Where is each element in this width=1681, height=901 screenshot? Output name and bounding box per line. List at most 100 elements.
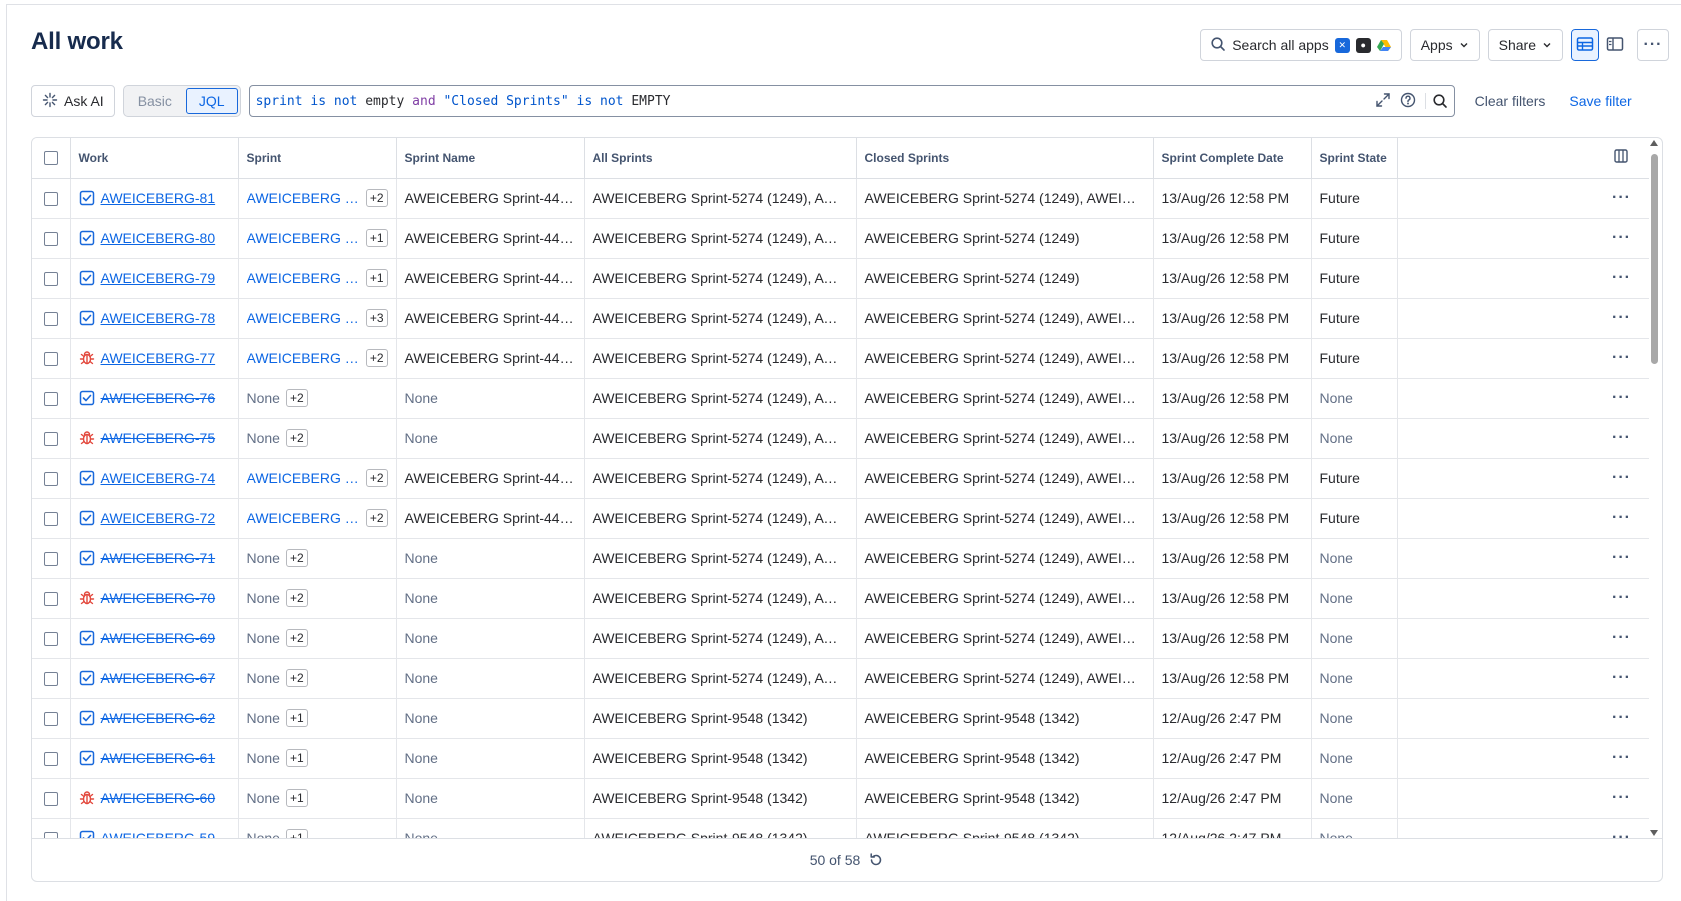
work-item-key-link[interactable]: AWEICEBERG-69	[101, 630, 216, 646]
jql-query-input[interactable]: sprint is not empty and "Closed Sprints"…	[248, 85, 1455, 117]
work-item-key-link[interactable]: AWEICEBERG-74	[101, 470, 216, 486]
select-all-checkbox[interactable]	[43, 151, 58, 166]
column-header-sprint-state[interactable]: Sprint State	[1311, 138, 1398, 179]
sprint-more-badge[interactable]: +1	[285, 789, 308, 807]
table-row[interactable]: AWEICEBERG-69 None +2 None AWEICEBERG Sprint…	[32, 618, 1649, 659]
table-row[interactable]: AWEICEBERG-79 AWEICEBERG S... +1 AWEICEBERG…	[32, 258, 1649, 299]
work-item-key-link[interactable]: AWEICEBERG-79	[101, 270, 216, 286]
sprint-value[interactable]: AWEICEBERG S...	[247, 270, 360, 286]
row-checkbox[interactable]	[43, 832, 58, 838]
refresh-icon[interactable]	[868, 852, 884, 868]
apps-button[interactable]: Apps	[1409, 29, 1480, 61]
sprint-more-badge[interactable]: +2	[365, 469, 388, 487]
sprint-more-badge[interactable]: +2	[365, 189, 388, 207]
row-checkbox[interactable]	[43, 312, 58, 327]
table-row[interactable]: AWEICEBERG-76 None +2 None AWEICEBERG Sprint…	[32, 378, 1649, 419]
sprint-more-badge[interactable]: +2	[285, 629, 308, 647]
row-checkbox[interactable]	[43, 592, 58, 607]
sprint-value[interactable]: AWEICEBERG S...	[247, 350, 360, 366]
search-icon[interactable]	[1424, 93, 1448, 109]
table-row[interactable]: AWEICEBERG-81 AWEICEBERG S... +2 AWEICEBERG…	[32, 178, 1649, 219]
row-checkbox[interactable]	[43, 632, 58, 647]
sprint-value[interactable]: AWEICEBERG S...	[247, 310, 360, 326]
more-icon[interactable]: ···	[1612, 509, 1631, 526]
row-checkbox[interactable]	[43, 712, 58, 727]
vertical-scrollbar[interactable]	[1648, 140, 1660, 836]
sprint-more-badge[interactable]: +2	[285, 669, 308, 687]
work-item-key-link[interactable]: AWEICEBERG-60	[101, 790, 216, 806]
column-header-sprint[interactable]: Sprint	[238, 138, 397, 179]
sprint-more-badge[interactable]: +1	[285, 709, 308, 727]
table-row[interactable]: AWEICEBERG-75 None +2 None AWEICEBERG Sprint…	[32, 418, 1649, 459]
sprint-more-badge[interactable]: +2	[285, 549, 308, 567]
table-row[interactable]: AWEICEBERG-77 AWEICEBERG S... +2 AWEICEBERG…	[32, 338, 1649, 379]
scroll-up-arrow[interactable]	[1650, 140, 1658, 146]
work-item-key-link[interactable]: AWEICEBERG-61	[101, 750, 216, 766]
table-row[interactable]: AWEICEBERG-78 AWEICEBERG S... +3 AWEICEBERG…	[32, 298, 1649, 339]
work-item-key-link[interactable]: AWEICEBERG-59	[101, 830, 216, 838]
more-icon[interactable]: ···	[1612, 429, 1631, 446]
row-checkbox[interactable]	[43, 472, 58, 487]
work-item-key-link[interactable]: AWEICEBERG-76	[101, 390, 216, 406]
row-checkbox[interactable]	[43, 552, 58, 567]
columns-icon[interactable]	[1613, 148, 1629, 164]
column-header-closed-sprints[interactable]: Closed Sprints	[856, 138, 1154, 179]
sprint-more-badge[interactable]: +2	[285, 389, 308, 407]
row-checkbox[interactable]	[43, 272, 58, 287]
more-icon[interactable]: ···	[1612, 709, 1631, 726]
more-icon[interactable]: ···	[1612, 589, 1631, 606]
table-row[interactable]: AWEICEBERG-60 None +1 None AWEICEBERG Sprint…	[32, 778, 1649, 819]
work-item-key-link[interactable]: AWEICEBERG-80	[101, 230, 216, 246]
row-checkbox[interactable]	[43, 672, 58, 687]
column-header-all-sprints[interactable]: All Sprints	[584, 138, 857, 179]
sprint-value[interactable]: AWEICEBERG S...	[247, 470, 360, 486]
expand-icon[interactable]	[1375, 92, 1391, 111]
work-item-key-link[interactable]: AWEICEBERG-75	[101, 430, 216, 446]
work-item-key-link[interactable]: AWEICEBERG-70	[101, 590, 216, 606]
ask-ai-button[interactable]: Ask AI	[31, 85, 115, 117]
search-all-apps-button[interactable]: Search all apps ✕ ●	[1200, 29, 1402, 61]
row-checkbox[interactable]	[43, 192, 58, 207]
table-row[interactable]: AWEICEBERG-72 AWEICEBERG S... +2 AWEICEBERG…	[32, 498, 1649, 539]
list-view-button[interactable]	[1571, 29, 1599, 61]
row-checkbox[interactable]	[43, 432, 58, 447]
table-row[interactable]: AWEICEBERG-59 None +1 None AWEICEBERG Sprint…	[32, 818, 1649, 838]
row-checkbox[interactable]	[43, 752, 58, 767]
detail-view-button[interactable]	[1601, 29, 1629, 61]
column-header-sprint-complete-date[interactable]: Sprint Complete Date	[1153, 138, 1312, 179]
sprint-more-badge[interactable]: +2	[285, 589, 308, 607]
sprint-value[interactable]: AWEICEBERG S...	[247, 190, 360, 206]
work-item-key-link[interactable]: AWEICEBERG-77	[101, 350, 216, 366]
row-checkbox[interactable]	[43, 392, 58, 407]
more-icon[interactable]: ···	[1612, 349, 1631, 366]
jql-query-text[interactable]: sprint is not empty and "Closed Sprints"…	[256, 94, 1375, 109]
more-icon[interactable]: ···	[1612, 749, 1631, 766]
sprint-value[interactable]: AWEICEBERG S...	[247, 230, 360, 246]
more-icon[interactable]: ···	[1612, 669, 1631, 686]
share-button[interactable]: Share	[1487, 29, 1563, 61]
work-item-key-link[interactable]: AWEICEBERG-72	[101, 510, 216, 526]
table-row[interactable]: AWEICEBERG-74 AWEICEBERG S... +2 AWEICEBERG…	[32, 458, 1649, 499]
more-icon[interactable]: ···	[1612, 469, 1631, 486]
table-scroll-area[interactable]: Work Sprint Sprint Name All Sprints Clos…	[32, 138, 1662, 838]
work-item-key-link[interactable]: AWEICEBERG-71	[101, 550, 216, 566]
more-icon[interactable]: ···	[1612, 549, 1631, 566]
sprint-more-badge[interactable]: +2	[365, 509, 388, 527]
sprint-more-badge[interactable]: +1	[365, 269, 388, 287]
basic-mode-button[interactable]: Basic	[126, 88, 184, 114]
column-header-work[interactable]: Work	[70, 138, 239, 179]
work-item-key-link[interactable]: AWEICEBERG-67	[101, 670, 216, 686]
sprint-more-badge[interactable]: +2	[365, 349, 388, 367]
row-checkbox[interactable]	[43, 352, 58, 367]
sprint-value[interactable]: AWEICEBERG S...	[247, 510, 360, 526]
more-icon[interactable]: ···	[1612, 789, 1631, 806]
table-row[interactable]: AWEICEBERG-80 AWEICEBERG S... +1 AWEICEBERG…	[32, 218, 1649, 259]
more-icon[interactable]: ···	[1612, 189, 1631, 206]
sprint-more-badge[interactable]: +2	[285, 429, 308, 447]
row-checkbox[interactable]	[43, 792, 58, 807]
more-icon[interactable]: ···	[1612, 389, 1631, 406]
work-item-key-link[interactable]: AWEICEBERG-78	[101, 310, 216, 326]
table-row[interactable]: AWEICEBERG-67 None +2 None AWEICEBERG Sprint…	[32, 658, 1649, 699]
row-checkbox[interactable]	[43, 512, 58, 527]
help-icon[interactable]	[1400, 92, 1416, 111]
